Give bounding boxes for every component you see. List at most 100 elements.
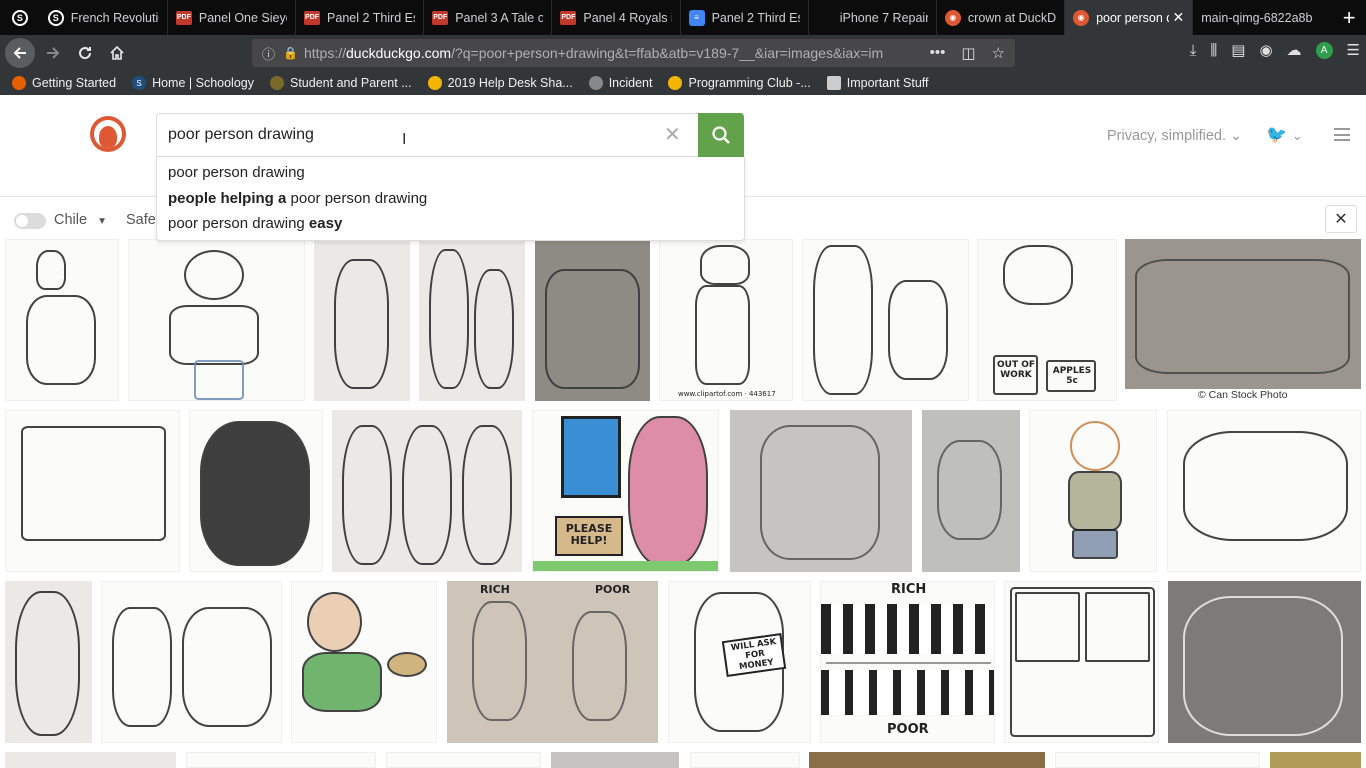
image-watermark: www.clipartof.com · 443617 [678, 390, 776, 398]
back-button[interactable] [5, 38, 35, 68]
image-result[interactable]: RICH POOR [447, 581, 658, 743]
image-result[interactable] [730, 410, 912, 572]
suggestion-item[interactable]: poor person drawing [157, 160, 744, 186]
bookmark-item[interactable]: Incident [588, 76, 652, 90]
image-result[interactable] [1029, 410, 1157, 572]
duckduckgo-icon: ◉ [944, 9, 961, 26]
image-result[interactable] [5, 239, 119, 401]
tab-strip: S S French Revolutio PDF Panel One Sieye P… [0, 0, 1366, 35]
image-result[interactable] [128, 239, 305, 401]
bookmark-item[interactable]: Student and Parent ... [270, 76, 412, 90]
image-result[interactable] [5, 410, 180, 572]
bookmark-item[interactable]: S Home | Schoology [132, 76, 254, 90]
search-input[interactable] [157, 114, 657, 156]
new-tab-button[interactable]: + [1332, 0, 1366, 35]
safe-search-select[interactable]: Safe [126, 212, 156, 228]
profile-avatar[interactable]: A [1315, 41, 1333, 59]
lock-icon: 🔒 [283, 46, 298, 60]
duckduckgo-logo[interactable] [90, 116, 126, 152]
navigation-bar: ⓘ 🔒 https://duckduckgo.com/?q=poor+perso… [0, 35, 1366, 71]
image-result[interactable] [690, 752, 800, 768]
image-result[interactable] [1270, 752, 1361, 768]
page-actions-icon[interactable]: ••• [930, 44, 946, 62]
apple-icon [817, 10, 833, 26]
tab-panel-one[interactable]: PDF Panel One Sieye [168, 0, 297, 35]
image-text: POOR [887, 722, 929, 737]
tab-label: Panel 2 Third Es [327, 10, 416, 25]
tab-panel-4[interactable]: PDF Panel 4 Royals in [552, 0, 681, 35]
image-result[interactable] [922, 410, 1020, 572]
image-result[interactable]: RICH POOR [820, 581, 995, 743]
image-result[interactable] [189, 410, 323, 572]
image-result[interactable] [551, 752, 679, 768]
image-result[interactable] [535, 239, 650, 401]
privacy-label: Privacy, simplified. [1107, 128, 1226, 144]
twitter-menu[interactable]: 🐦 ⌄ [1266, 125, 1303, 145]
region-toggle[interactable] [14, 213, 46, 229]
image-result[interactable] [5, 752, 176, 768]
image-result[interactable] [386, 752, 541, 768]
image-result[interactable] [332, 410, 522, 572]
image-result[interactable]: PLEASE HELP! [532, 410, 719, 572]
info-icon[interactable]: ⓘ [262, 44, 275, 63]
image-result[interactable]: OUT OF WORK APPLES 5c [977, 239, 1117, 401]
account-icon[interactable]: ◉ [1259, 41, 1272, 59]
image-result[interactable] [101, 581, 282, 743]
safe-search-label: Safe [126, 212, 156, 228]
menu-icon[interactable]: ☰ [1347, 41, 1360, 59]
image-result[interactable] [1167, 410, 1361, 572]
bookmark-folder[interactable]: Important Stuff [826, 76, 929, 90]
tab-label: crown at DuckDu [967, 10, 1057, 25]
image-result[interactable] [1055, 752, 1260, 768]
tab-crown[interactable]: ◉ crown at DuckDu [937, 0, 1066, 35]
image-result[interactable] [419, 239, 525, 401]
bookmark-item[interactable]: Programming Club -... [668, 76, 811, 90]
suggestion-bold: easy [308, 215, 343, 232]
image-result[interactable] [186, 752, 376, 768]
bookmark-item[interactable]: Getting Started [12, 76, 116, 90]
tab-poor-person[interactable]: ◉ poor person d ✕ [1065, 0, 1194, 35]
close-filters-button[interactable]: ✕ [1325, 205, 1357, 233]
image-result[interactable] [1004, 581, 1159, 743]
search-button[interactable] [698, 113, 744, 157]
region-select[interactable]: Chile ▼ [54, 212, 107, 228]
image-result[interactable] [291, 581, 437, 743]
image-result[interactable] [314, 239, 410, 401]
address-bar[interactable]: ⓘ 🔒 https://duckduckgo.com/?q=poor+perso… [252, 39, 1015, 67]
library-icon[interactable]: ⫼ [1210, 42, 1217, 59]
close-tab-icon[interactable]: ✕ [1173, 9, 1185, 26]
pocket-icon[interactable]: ◫ [961, 44, 975, 62]
clear-search-icon[interactable]: ✕ [664, 122, 681, 147]
suggestion-item[interactable]: poor person drawing easy [157, 211, 744, 237]
download-icon[interactable]: ⤓ [1190, 42, 1197, 59]
tab-main-qimg[interactable]: main-qimg-6822a8b [1193, 0, 1332, 35]
image-result[interactable] [1168, 581, 1361, 743]
suggestion-text: poor person drawing [168, 164, 305, 181]
image-caption: © Can Stock Photo [1198, 389, 1288, 401]
arrow-left-icon [13, 47, 26, 59]
image-result[interactable]: www.clipartof.com · 443617 [659, 239, 793, 401]
extension-icon[interactable]: ☁ [1287, 41, 1302, 59]
bookmark-star-icon[interactable]: ☆ [992, 44, 1005, 62]
suggestion-item[interactable]: people helping a poor person drawing [157, 186, 744, 212]
system-menu[interactable]: S [0, 0, 40, 35]
home-button[interactable] [103, 39, 131, 67]
privacy-menu[interactable]: Privacy, simplified. ⌄ [1107, 128, 1242, 144]
url-text[interactable]: https://duckduckgo.com/?q=poor+person+dr… [304, 45, 904, 61]
tab-panel-2-doc[interactable]: ≡ Panel 2 Third Es [681, 0, 809, 35]
image-result[interactable] [1125, 239, 1361, 389]
tab-panel-3[interactable]: PDF Panel 3 A Tale o [424, 0, 553, 35]
image-result[interactable] [5, 581, 92, 743]
tab-panel-2[interactable]: PDF Panel 2 Third Es [296, 0, 425, 35]
image-result[interactable] [809, 752, 1045, 768]
bookmark-item[interactable]: 2019 Help Desk Sha... [427, 76, 573, 90]
hamburger-menu-icon[interactable] [1334, 128, 1350, 141]
forward-button[interactable] [39, 39, 67, 67]
tab-iphone-repair[interactable]: iPhone 7 Repair [809, 0, 937, 35]
search-box [156, 113, 744, 157]
image-result[interactable]: WILL ASK FOR MONEY [668, 581, 811, 743]
tab-french-revolution[interactable]: S French Revolutio [40, 0, 168, 35]
sidebar-icon[interactable]: ▤ [1231, 41, 1245, 59]
reload-button[interactable] [71, 39, 99, 67]
image-result[interactable] [802, 239, 969, 401]
